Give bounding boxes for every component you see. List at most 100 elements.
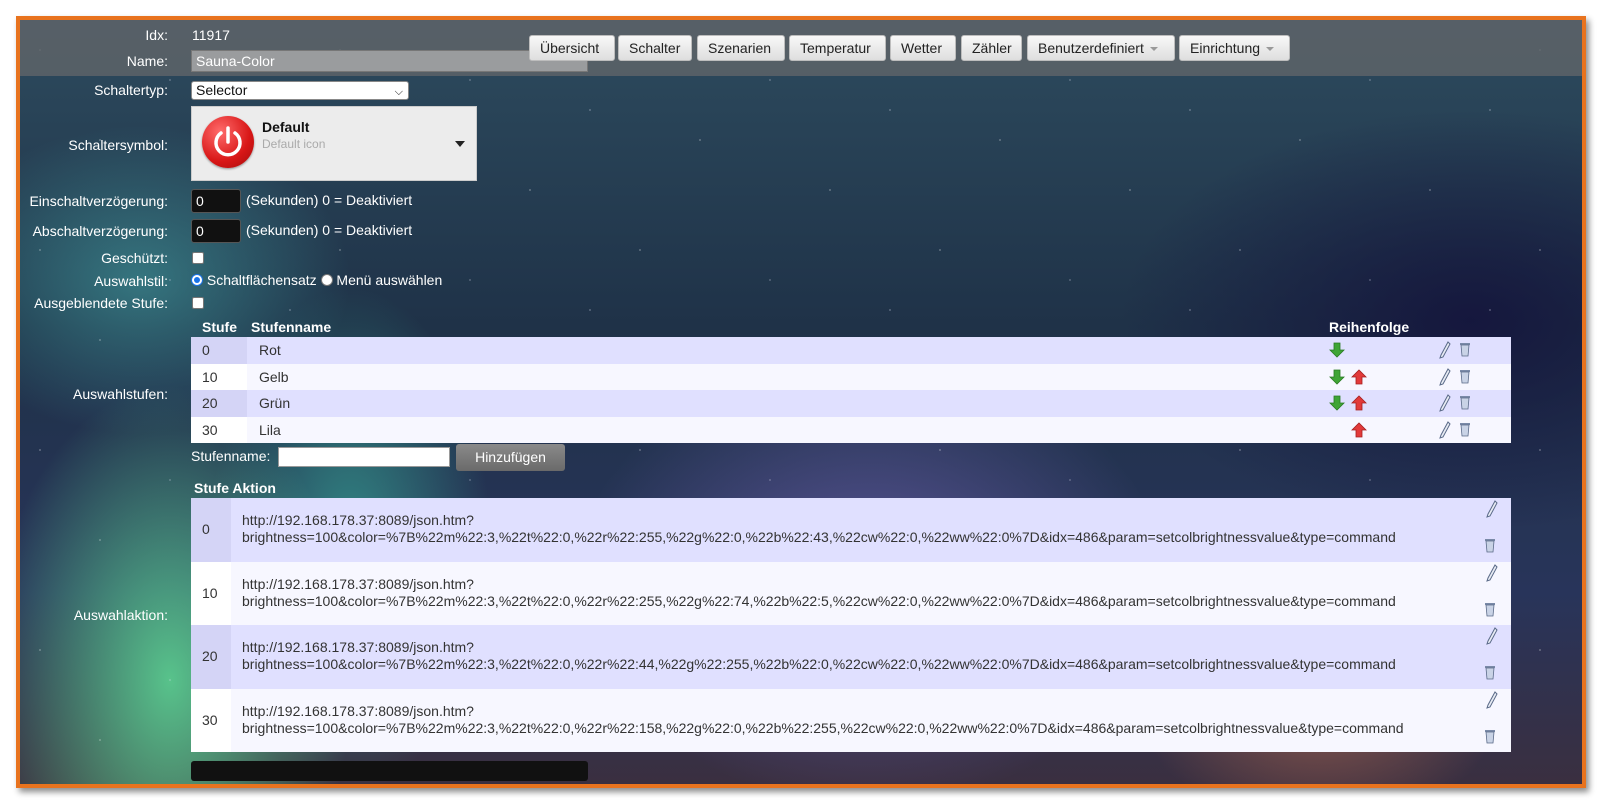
chevron-down-icon: ⌵ <box>394 86 403 98</box>
arrow-down-icon[interactable] <box>1329 342 1345 358</box>
pencil-icon[interactable] <box>1486 627 1498 645</box>
action-url: http://192.168.178.37:8089/json.htm? brig… <box>242 703 1404 737</box>
action-url-line1: http://192.168.178.37:8089/json.htm? <box>242 639 474 655</box>
nav-einrichtung-button[interactable]: Einrichtung <box>1179 35 1290 61</box>
arrow-up-icon[interactable] <box>1351 421 1367 438</box>
level-value: 20 <box>191 390 247 417</box>
icon-subtitle: Default icon <box>262 137 326 151</box>
style-radio-menu[interactable] <box>320 274 333 286</box>
levels-col-name: Stufenname <box>251 319 332 335</box>
add-level-input[interactable] <box>278 447 450 467</box>
add-level-label: Stufenname: <box>191 448 271 464</box>
action-level: 30 <box>191 688 231 752</box>
trash-icon[interactable] <box>1484 664 1496 680</box>
table-row[interactable]: 0 http://192.168.178.37:8089/json.htm? br… <box>191 498 1511 562</box>
name-label: Name: <box>126 53 168 69</box>
level-value: 30 <box>191 416 247 443</box>
add-level-button[interactable]: Hinzufügen <box>456 444 565 471</box>
table-row[interactable]: 0 Rot <box>191 337 1511 364</box>
icon-selector[interactable]: Default Default icon <box>191 106 477 181</box>
pencil-icon[interactable] <box>1486 500 1498 518</box>
table-row[interactable]: 10 http://192.168.178.37:8089/json.htm? b… <box>191 561 1511 625</box>
actions-section-label: Auswahlaktion: <box>73 607 168 623</box>
levels-section-label: Auswahlstufen: <box>73 386 168 402</box>
actions-table: 0 http://192.168.178.37:8089/json.htm? br… <box>191 498 1511 752</box>
action-url-line2: brightness=100&color=%7B%22m%22:3,%22t%2… <box>242 592 1396 609</box>
on-delay-hint: (Sekunden) 0 = Deaktiviert <box>246 192 413 208</box>
pencil-icon[interactable] <box>1439 367 1451 386</box>
switchtype-value: Selector <box>196 82 248 98</box>
hidden-level-label: Ausgeblendete Stufe: <box>34 295 168 311</box>
action-url-line1: http://192.168.178.37:8089/json.htm? <box>242 575 474 592</box>
pencil-icon[interactable] <box>1486 690 1498 709</box>
table-row[interactable]: 20 Grün <box>191 390 1511 417</box>
app-frame: Idx: 11917 Name: Sauna-Color Übersicht S… <box>16 16 1586 788</box>
pencil-icon[interactable] <box>1439 341 1451 359</box>
switchtype-select[interactable]: Selector ⌵ <box>191 81 409 100</box>
dropdown-caret-icon[interactable] <box>455 141 465 147</box>
action-url: http://192.168.178.37:8089/json.htm? brig… <box>242 639 1396 673</box>
arrow-down-icon[interactable] <box>1329 395 1345 411</box>
trash-icon[interactable] <box>1484 601 1496 617</box>
level-value: 10 <box>191 363 247 390</box>
table-row[interactable]: 30 http://192.168.178.37:8089/json.htm? b… <box>191 688 1511 752</box>
action-url: http://192.168.178.37:8089/json.htm? brig… <box>242 576 1396 610</box>
idx-value: 11917 <box>192 27 230 43</box>
level-name: Rot <box>259 342 281 358</box>
action-url-line1: http://192.168.178.37:8089/json.htm? <box>242 702 474 719</box>
nav-temperatur-button[interactable]: Temperatur <box>789 35 886 61</box>
trash-icon[interactable] <box>1484 537 1496 553</box>
action-url-line1: http://192.168.178.37:8089/json.htm? <box>242 512 474 528</box>
action-url-line2: brightness=100&color=%7B%22m%22:3,%22t%2… <box>242 719 1404 736</box>
table-row[interactable]: 30 Lila <box>191 416 1511 443</box>
icon-label: Schaltersymbol: <box>68 137 168 153</box>
style-option1-label: Schaltflächensatz <box>206 272 317 288</box>
table-row[interactable]: 20 http://192.168.178.37:8089/json.htm? b… <box>191 625 1511 689</box>
on-delay-label: Einschaltverzögerung: <box>29 193 168 209</box>
caret-down-icon <box>1149 47 1158 52</box>
pencil-icon[interactable] <box>1486 563 1498 582</box>
style-radio-group: Schaltflächensatz Menü auswählen <box>191 272 442 288</box>
style-label: Auswahlstil: <box>94 273 168 289</box>
nav-benutzerdefiniert-label: Benutzerdefiniert <box>1038 40 1144 56</box>
style-option2-label: Menü auswählen <box>336 272 443 288</box>
trash-icon[interactable] <box>1484 728 1496 744</box>
off-delay-hint: (Sekunden) 0 = Deaktiviert <box>246 222 413 238</box>
arrow-up-icon[interactable] <box>1351 395 1367 411</box>
level-name: Grün <box>259 395 291 411</box>
table-row[interactable]: 10 Gelb <box>191 363 1511 390</box>
trash-icon[interactable] <box>1459 394 1471 410</box>
nav-uebersicht-button[interactable]: Übersicht <box>529 35 615 61</box>
levels-table: 0 Rot 10 Gelb 20 Grün 30 Lila <box>191 337 1511 443</box>
off-delay-label: Abschaltverzögerung: <box>32 223 168 239</box>
action-level: 10 <box>191 561 231 625</box>
arrow-up-icon[interactable] <box>1351 368 1367 385</box>
trash-icon[interactable] <box>1459 368 1471 384</box>
action-url-line2: brightness=100&color=%7B%22m%22:3,%22t%2… <box>242 529 1396 545</box>
nav-szenarien-button[interactable]: Szenarien <box>697 35 785 61</box>
on-delay-input[interactable]: 0 <box>191 189 241 213</box>
nav-schalter-button[interactable]: Schalter <box>618 35 692 61</box>
nav-zaehler-button[interactable]: Zähler <box>961 35 1022 61</box>
levels-col-order: Reihenfolge <box>1329 319 1410 335</box>
action-url: http://192.168.178.37:8089/json.htm? brig… <box>242 512 1396 546</box>
level-name: Lila <box>259 421 281 438</box>
trash-icon[interactable] <box>1459 341 1471 357</box>
power-symbol-icon <box>214 126 242 157</box>
pencil-icon[interactable] <box>1439 394 1451 412</box>
hidden-level-checkbox[interactable] <box>192 297 204 309</box>
nav-wetter-button[interactable]: Wetter <box>890 35 956 61</box>
nav-einrichtung-label: Einrichtung <box>1190 40 1261 56</box>
trash-icon[interactable] <box>1459 421 1471 437</box>
arrow-down-icon[interactable] <box>1329 369 1345 385</box>
pencil-icon[interactable] <box>1439 420 1451 439</box>
action-level: 20 <box>191 625 231 689</box>
nav-benutzerdefiniert-button[interactable]: Benutzerdefiniert <box>1027 35 1175 61</box>
style-radio-buttonset[interactable] <box>191 274 203 286</box>
protected-checkbox[interactable] <box>192 252 204 264</box>
action-url-line2: brightness=100&color=%7B%22m%22:3,%22t%2… <box>242 656 1396 672</box>
off-delay-input[interactable]: 0 <box>191 219 241 243</box>
actions-header: Stufe Aktion <box>194 480 276 496</box>
bottom-input-field[interactable] <box>191 761 588 781</box>
level-name: Gelb <box>259 368 289 385</box>
